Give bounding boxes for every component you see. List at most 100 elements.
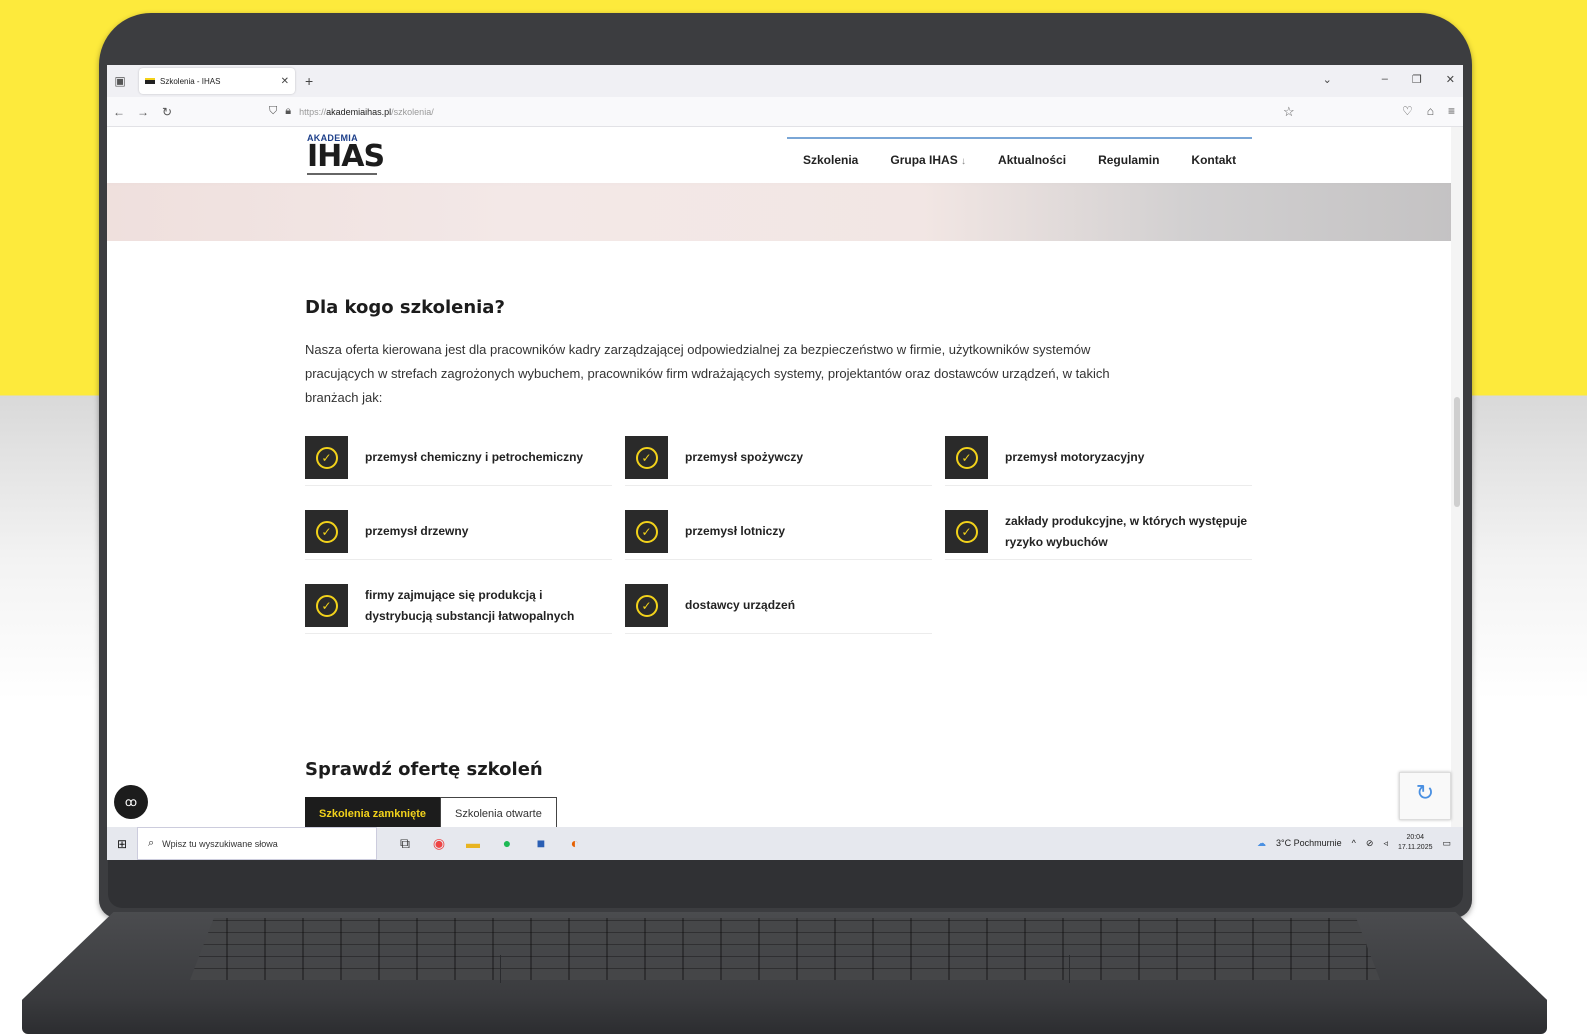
tray-chevron-icon[interactable]: ^ bbox=[1352, 838, 1356, 848]
chrome-icon[interactable]: ◉ bbox=[429, 835, 449, 852]
tab-overflow-chevron-icon[interactable]: ⌄ bbox=[1323, 73, 1332, 86]
offer-tabs: Szkolenia zamknięte Szkolenia otwarte bbox=[305, 797, 557, 831]
url-path: /szkolenia/ bbox=[391, 106, 434, 117]
check-icon: ✓ bbox=[625, 584, 668, 627]
tab-list-icon[interactable]: ▣ bbox=[107, 74, 133, 88]
new-tab-icon[interactable]: + bbox=[305, 73, 313, 89]
industry-card: ✓ dostawcy urządzeń bbox=[625, 578, 932, 634]
firefox-icon[interactable]: ◐ bbox=[565, 835, 585, 852]
word-icon[interactable]: ■ bbox=[531, 835, 551, 852]
tab-closed-trainings[interactable]: Szkolenia zamknięte bbox=[305, 797, 440, 831]
site-logo[interactable]: AKADEMIA IHAS bbox=[307, 133, 385, 179]
spotify-icon[interactable]: ● bbox=[497, 835, 517, 852]
volume-icon[interactable]: ◃ bbox=[1383, 838, 1388, 849]
menu-item-grupa-ihas[interactable]: Grupa IHAS ↓ bbox=[874, 137, 983, 173]
menu-item-aktualnosci[interactable]: Aktualności bbox=[982, 137, 1083, 173]
page-scrollbar[interactable] bbox=[1451, 127, 1463, 827]
recaptcha-badge[interactable]: ↻ bbox=[1399, 772, 1451, 820]
web-page: AKADEMIA IHAS Szkolenia Grupa IHAS ↓ Akt… bbox=[107, 127, 1463, 831]
browser-tab-bar: ▣ Szkolenia - IHAS ✕ + ⌄ – ❐ ✕ bbox=[107, 65, 1463, 97]
industry-card: ✓ przemysł motoryzacyjny bbox=[945, 430, 1252, 486]
weather-icon[interactable]: ☁ bbox=[1257, 838, 1266, 849]
search-icon: ⌕ bbox=[148, 837, 155, 849]
file-explorer-icon[interactable]: ▬ bbox=[463, 835, 483, 852]
industry-label: przemysł drzewny bbox=[365, 524, 469, 538]
offer-title: Sprawdź ofertę szkoleń bbox=[305, 759, 543, 780]
section-intro: Nasza oferta kierowana jest dla pracowni… bbox=[305, 342, 1110, 405]
dropdown-arrow-icon: ↓ bbox=[961, 156, 967, 167]
url-prefix: https:// bbox=[299, 106, 327, 117]
industry-label: przemysł chemiczny i petrochemiczny bbox=[365, 450, 584, 464]
network-icon[interactable]: ⊘ bbox=[1366, 838, 1374, 849]
menu-item-grupa-ihas-label: Grupa IHAS bbox=[890, 153, 958, 167]
hero-image bbox=[107, 183, 1463, 241]
industry-label: zakłady produkcyjne, w których występuje… bbox=[1005, 513, 1248, 549]
close-window-icon[interactable]: ✕ bbox=[1446, 73, 1455, 86]
check-icon: ✓ bbox=[625, 436, 668, 479]
forward-icon[interactable]: → bbox=[131, 105, 155, 119]
task-view-icon[interactable]: ⧉ bbox=[395, 835, 415, 852]
check-icon: ✓ bbox=[305, 436, 348, 479]
menu-item-regulamin[interactable]: Regulamin bbox=[1082, 137, 1176, 173]
clock[interactable]: 20:04 17.11.2025 bbox=[1398, 833, 1433, 853]
clock-date: 17.11.2025 bbox=[1397, 844, 1433, 851]
check-icon: ✓ bbox=[305, 510, 348, 553]
url-text[interactable]: https://akademiaihas.pl/szkolenia/ bbox=[299, 107, 434, 117]
industry-card: ✓ przemysł chemiczny i petrochemiczny bbox=[305, 430, 612, 486]
back-icon[interactable]: ← bbox=[107, 105, 131, 119]
notifications-icon[interactable]: ▭ bbox=[1442, 838, 1451, 849]
close-tab-icon[interactable]: ✕ bbox=[281, 76, 289, 87]
industry-grid: ✓ przemysł chemiczny i petrochemiczny ✓ pr… bbox=[305, 430, 1265, 634]
browser-tab[interactable]: Szkolenia - IHAS ✕ bbox=[139, 68, 295, 94]
reload-icon[interactable]: ↻ bbox=[155, 105, 179, 119]
industry-label: firmy zajmujące się produkcją i dystrybu… bbox=[365, 587, 575, 623]
restore-icon[interactable]: ❐ bbox=[1412, 73, 1422, 86]
windows-start-icon[interactable]: ⊞ bbox=[107, 837, 137, 851]
industry-label: dostawcy urządzeń bbox=[685, 598, 796, 612]
site-header: AKADEMIA IHAS Szkolenia Grupa IHAS ↓ Akt… bbox=[107, 127, 1463, 183]
logo-main-text: IHAS bbox=[307, 139, 385, 174]
shield-icon[interactable]: ⛉ bbox=[269, 105, 277, 118]
cookie-settings-icon[interactable]: ꝏ bbox=[114, 785, 148, 819]
bookmark-star-icon[interactable]: ☆ bbox=[1283, 104, 1295, 120]
industry-label: przemysł motoryzacyjny bbox=[1005, 450, 1145, 464]
industry-card: ✓ przemysł spożywczy bbox=[625, 430, 932, 486]
industry-label: przemysł spożywczy bbox=[685, 450, 804, 464]
search-placeholder: Wpisz tu wyszukiwane słowa bbox=[162, 838, 278, 849]
industry-card: ✓ zakłady produkcyjne, w których występuj… bbox=[945, 504, 1252, 560]
taskbar-search-input[interactable]: ⌕ Wpisz tu wyszukiwane słowa bbox=[137, 827, 377, 860]
browser-toolbar-right: ♡ ⌂ ≡ bbox=[1402, 104, 1455, 118]
menu-item-szkolenia[interactable]: Szkolenia bbox=[787, 137, 875, 173]
check-icon: ✓ bbox=[945, 510, 988, 553]
menu-icon[interactable]: ≡ bbox=[1448, 104, 1455, 118]
audience-section: Dla kogo szkolenia? Nasza oferta kierowa… bbox=[305, 297, 1265, 634]
system-tray: ☁ 3°C Pochmurnie ^ ⊘ ◃ 20:04 17.11.2025 … bbox=[1257, 833, 1451, 853]
menu-item-kontakt[interactable]: Kontakt bbox=[1175, 137, 1253, 173]
check-icon: ✓ bbox=[625, 510, 668, 553]
minimize-icon[interactable]: – bbox=[1382, 73, 1388, 86]
industry-card: ✓ przemysł drzewny bbox=[305, 504, 612, 560]
clock-time: 20:04 bbox=[1406, 834, 1424, 841]
laptop-bezel-bottom bbox=[108, 858, 1463, 908]
main-menu: Szkolenia Grupa IHAS ↓ Aktualności Regul… bbox=[787, 137, 1253, 173]
tab-open-trainings[interactable]: Szkolenia otwarte bbox=[440, 797, 557, 831]
lock-icon[interactable]: 🔒︎ bbox=[285, 105, 291, 118]
scroll-thumb[interactable] bbox=[1454, 397, 1460, 507]
favicon-icon bbox=[145, 78, 155, 84]
browser-navigation-bar: ← → ↻ ⛉ 🔒︎ https://akademiaihas.pl/szkol… bbox=[107, 97, 1463, 127]
laptop-trackpad bbox=[500, 955, 1070, 983]
pocket-icon[interactable]: ♡ bbox=[1402, 104, 1413, 118]
check-icon: ✓ bbox=[305, 584, 348, 627]
url-bar[interactable]: ⛉ 🔒︎ https://akademiaihas.pl/szkolenia/ bbox=[269, 105, 1269, 118]
industry-card: ✓ firmy zajmujące się produkcją i dystryb… bbox=[305, 578, 612, 634]
recaptcha-icon: ↻ bbox=[1415, 780, 1435, 805]
taskbar-apps: ⧉ ◉ ▬ ● ■ ◐ bbox=[395, 835, 585, 852]
section-title: Dla kogo szkolenia? bbox=[305, 297, 505, 318]
windows-taskbar: ⊞ ⌕ Wpisz tu wyszukiwane słowa ⧉ ◉ ▬ ● ■… bbox=[107, 827, 1463, 860]
tab-title: Szkolenia - IHAS bbox=[160, 76, 221, 86]
laptop-screen: ▣ Szkolenia - IHAS ✕ + ⌄ – ❐ ✕ ← → ↻ ⛉ 🔒… bbox=[107, 65, 1463, 860]
check-icon: ✓ bbox=[945, 436, 988, 479]
weather-text[interactable]: 3°C Pochmurnie bbox=[1276, 838, 1342, 848]
extensions-icon[interactable]: ⌂ bbox=[1427, 104, 1434, 118]
industry-label: przemysł lotniczy bbox=[685, 524, 786, 538]
